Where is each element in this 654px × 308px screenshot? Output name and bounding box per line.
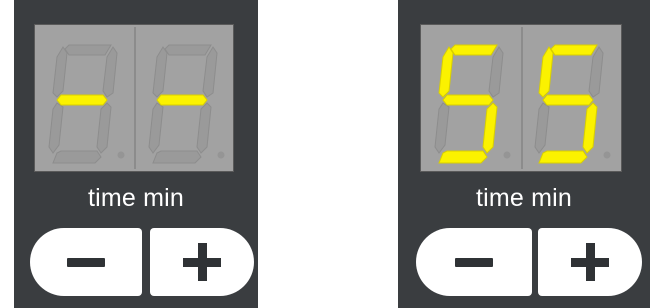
segment-e bbox=[434, 102, 450, 154]
segment-f bbox=[152, 46, 168, 98]
segment-svg bbox=[434, 44, 511, 164]
digit-2 bbox=[521, 31, 621, 167]
segment-g bbox=[156, 94, 208, 106]
minus-icon bbox=[67, 258, 105, 267]
segment-d bbox=[438, 150, 488, 164]
segment-a bbox=[64, 44, 112, 56]
segment-d bbox=[52, 150, 102, 164]
segment-c bbox=[96, 102, 112, 154]
segment-f bbox=[52, 46, 68, 98]
segment-f bbox=[438, 46, 454, 98]
segment-f bbox=[538, 46, 554, 98]
decrement-button[interactable] bbox=[30, 228, 142, 296]
segment-g bbox=[56, 94, 108, 106]
segment-c bbox=[582, 102, 598, 154]
digit-1 bbox=[35, 31, 135, 167]
segment-svg bbox=[148, 44, 225, 164]
seven-segment-display bbox=[34, 24, 234, 172]
decimal-point bbox=[603, 151, 611, 159]
minus-icon bbox=[455, 258, 493, 267]
segment-a bbox=[550, 44, 598, 56]
timer-widget-right: time min bbox=[398, 0, 650, 308]
seven-segment-display bbox=[420, 24, 622, 172]
segment-d bbox=[152, 150, 202, 164]
plus-icon bbox=[183, 243, 221, 281]
segment-e bbox=[48, 102, 64, 154]
segment-e bbox=[534, 102, 550, 154]
segment-c bbox=[482, 102, 498, 154]
segment-g bbox=[542, 94, 594, 106]
increment-button[interactable] bbox=[538, 228, 642, 296]
segment-a bbox=[164, 44, 212, 56]
decimal-point bbox=[117, 151, 125, 159]
segment-g bbox=[442, 94, 494, 106]
digit-1 bbox=[421, 31, 521, 167]
segment-c bbox=[196, 102, 212, 154]
segment-d bbox=[538, 150, 588, 164]
time-min-label: time min bbox=[87, 184, 185, 212]
decimal-point bbox=[217, 151, 225, 159]
decrement-button[interactable] bbox=[416, 228, 532, 296]
segment-svg bbox=[534, 44, 611, 164]
plus-icon bbox=[571, 243, 609, 281]
increment-button[interactable] bbox=[150, 228, 254, 296]
segment-e bbox=[148, 102, 164, 154]
digit-2 bbox=[135, 31, 235, 167]
segment-a bbox=[450, 44, 498, 56]
decimal-point bbox=[503, 151, 511, 159]
time-min-label: time min bbox=[475, 184, 573, 212]
timer-widget-left: time min bbox=[14, 0, 258, 308]
segment-svg bbox=[48, 44, 125, 164]
